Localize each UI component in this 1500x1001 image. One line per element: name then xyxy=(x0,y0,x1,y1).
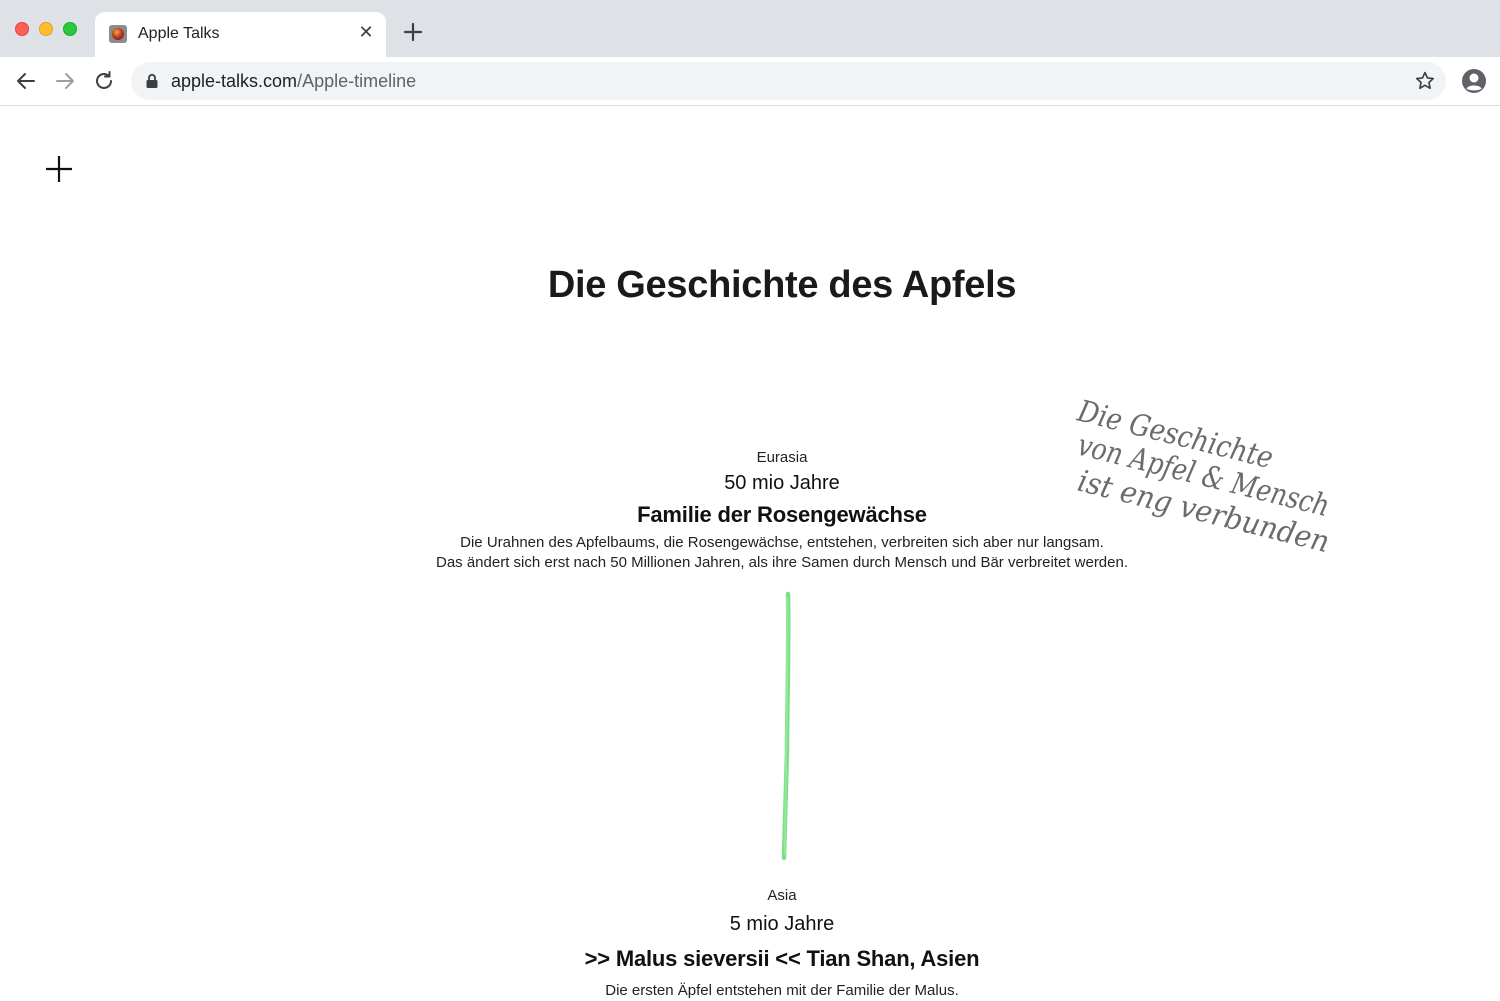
maximize-window-button[interactable] xyxy=(63,22,77,36)
tab-close-icon[interactable]: ✕ xyxy=(358,23,374,41)
url-domain: apple-talks.com xyxy=(171,71,298,91)
timeline-entry: Eurasia 50 mio Jahre Familie der Rosenge… xyxy=(0,449,1500,573)
reload-icon[interactable] xyxy=(92,69,116,93)
entry-years: 5 mio Jahre xyxy=(729,913,835,935)
timeline-connector-line xyxy=(781,591,791,861)
entry-region: Eurasia xyxy=(756,449,808,466)
lock-icon[interactable] xyxy=(145,73,159,89)
description-line: Das ändert sich erst nach 50 Millionen J… xyxy=(435,554,1129,571)
url-path: /Apple-timeline xyxy=(297,71,417,91)
entry-headline: Familie der Rosengewächse xyxy=(637,502,927,527)
back-arrow-icon[interactable] xyxy=(14,69,38,93)
url-text[interactable]: apple-talks.com/Apple-timeline xyxy=(171,71,416,92)
entry-description: Die ersten Äpfel entstehen mit der Famil… xyxy=(0,981,1500,1001)
tab-strip: Apple Talks ✕ xyxy=(0,0,1500,57)
menu-plus-icon[interactable] xyxy=(44,154,74,184)
description-line: Die ersten Äpfel entstehen mit der Famil… xyxy=(605,982,959,999)
minimize-window-button[interactable] xyxy=(39,22,53,36)
tab-title: Apple Talks xyxy=(138,25,220,42)
description-line: Die Urahnen des Apfelbaums, die Rosengew… xyxy=(460,534,1104,551)
page-title: Die Geschichte des Apfels xyxy=(547,264,1017,306)
close-window-button[interactable] xyxy=(15,22,29,36)
new-tab-icon[interactable] xyxy=(401,20,425,44)
star-icon[interactable] xyxy=(1414,70,1436,92)
apple-favicon-icon xyxy=(109,25,127,43)
entry-region: Asia xyxy=(767,887,797,904)
profile-icon[interactable] xyxy=(1461,68,1487,94)
forward-arrow-icon[interactable] xyxy=(53,69,77,93)
browser-tab-active[interactable]: Apple Talks ✕ xyxy=(95,12,386,57)
browser-toolbar: apple-talks.com/Apple-timeline xyxy=(0,57,1500,106)
timeline-entry: Asia 5 mio Jahre >> Malus sieversii << T… xyxy=(0,887,1500,1001)
address-bar[interactable]: apple-talks.com/Apple-timeline xyxy=(131,62,1446,100)
entry-years: 50 mio Jahre xyxy=(724,472,840,494)
entry-description: Die Urahnen des Apfelbaums, die Rosengew… xyxy=(0,533,1500,573)
entry-headline: >> Malus sieversii << Tian Shan, Asien xyxy=(584,946,980,971)
